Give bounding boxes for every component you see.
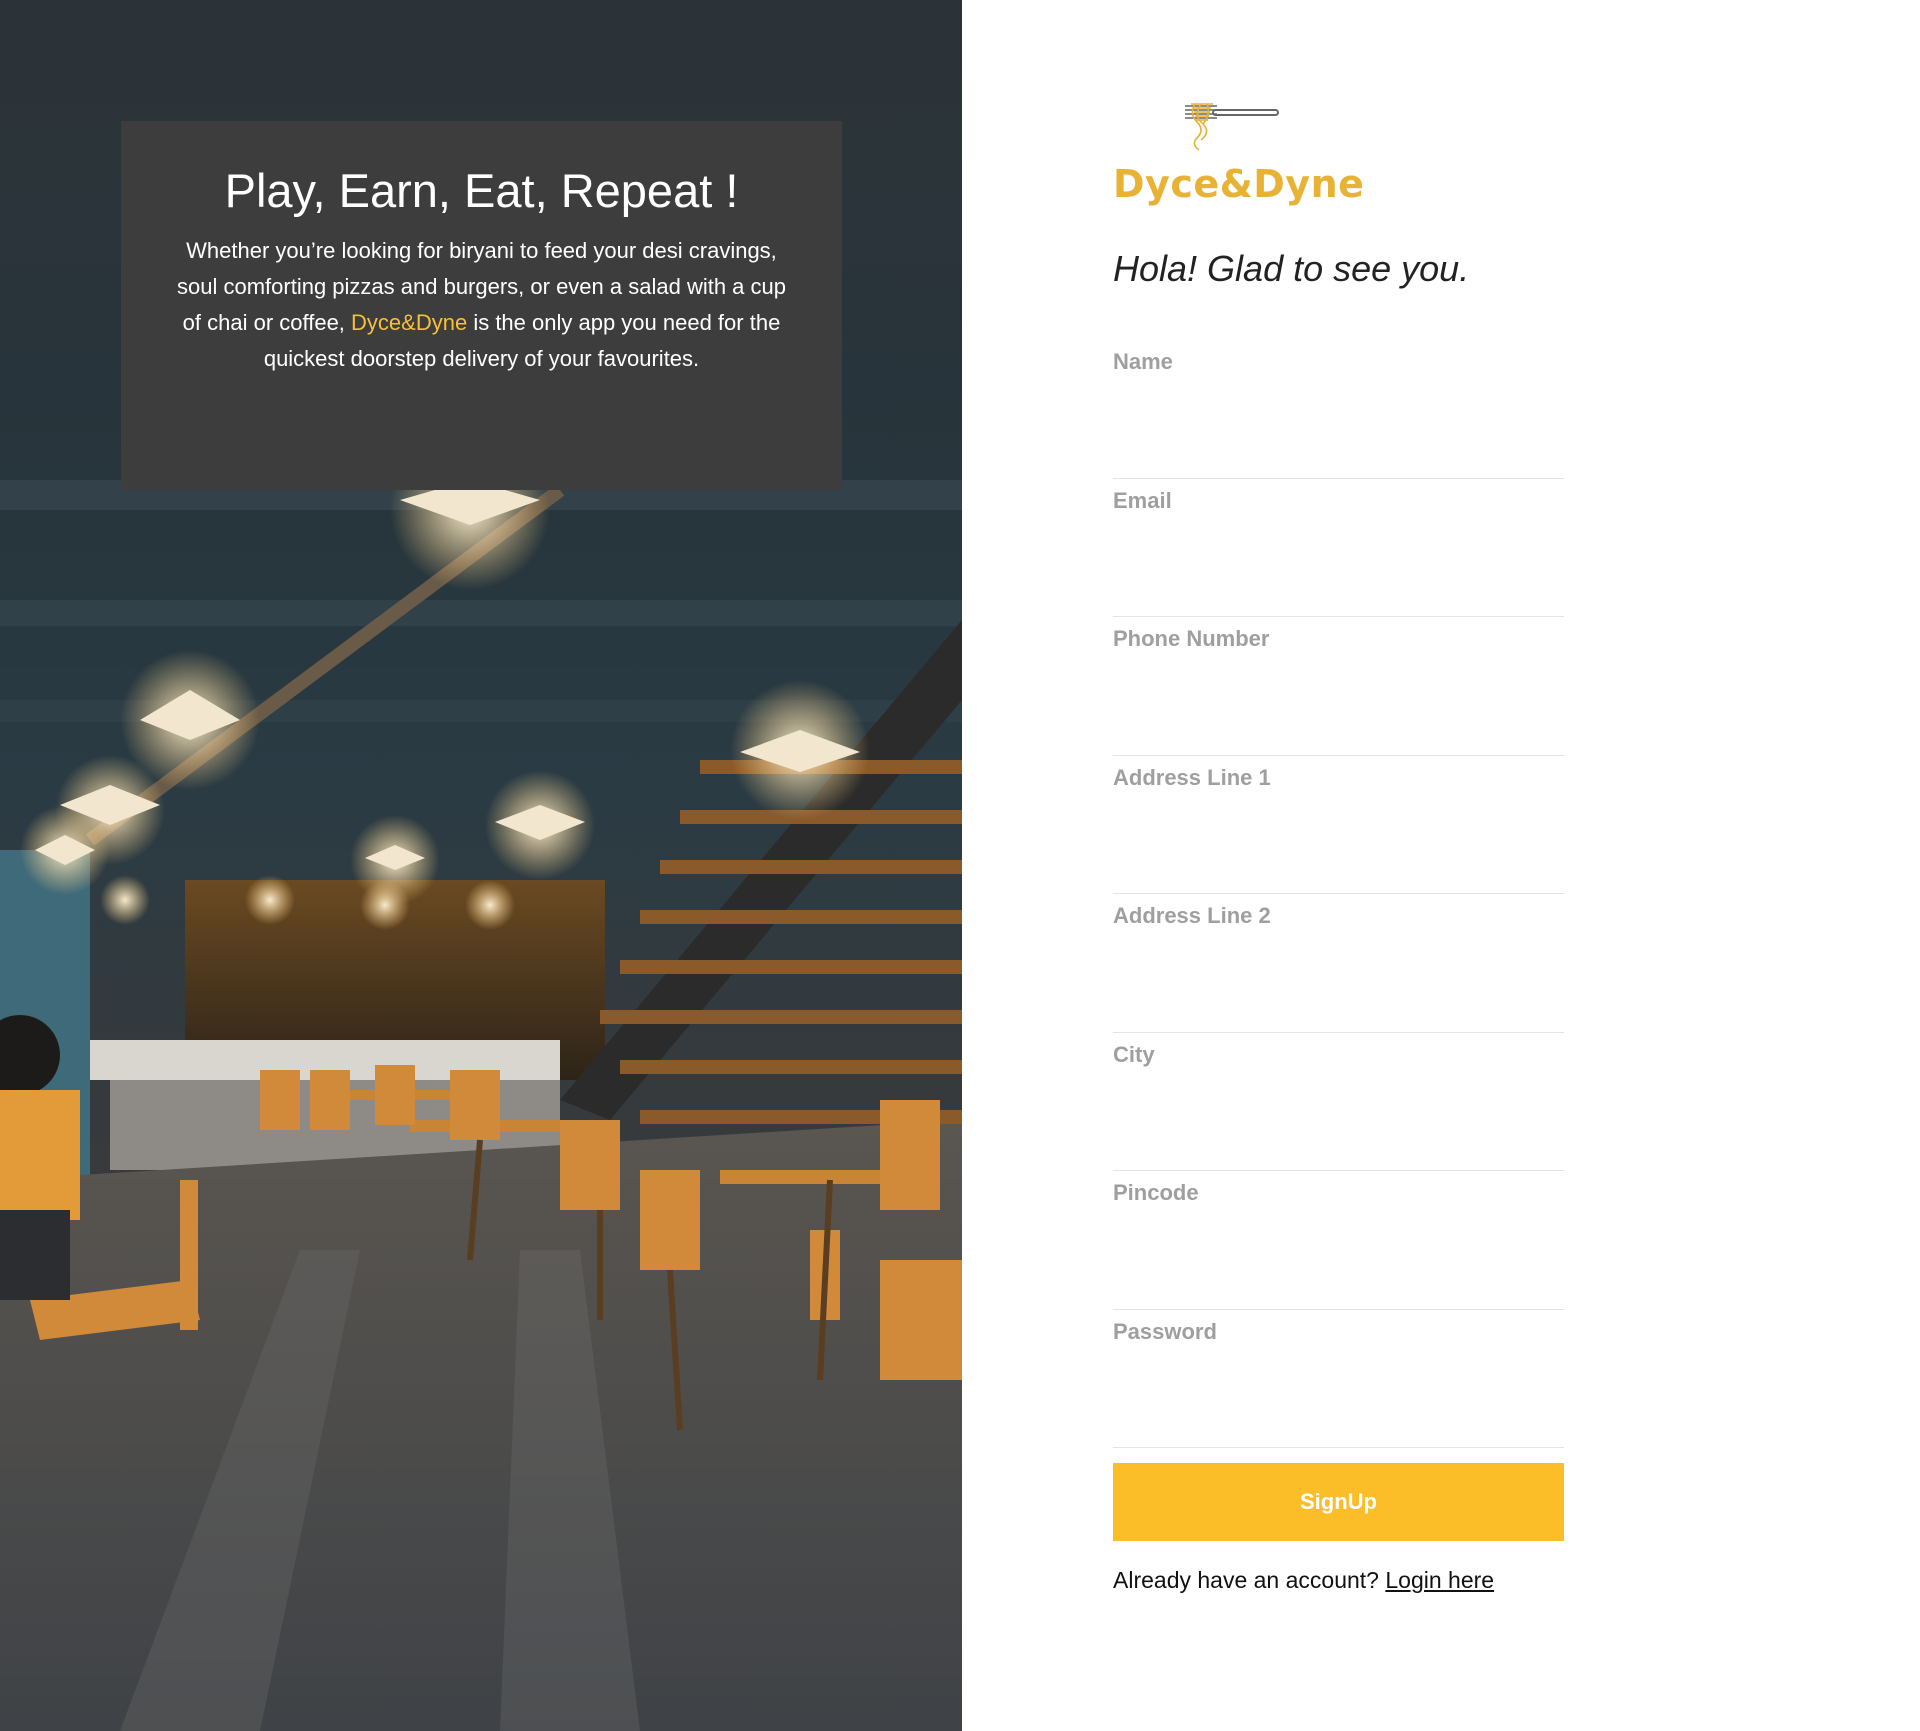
address-line-1-input[interactable]	[1113, 845, 1564, 889]
phone-number-input[interactable]	[1113, 706, 1564, 751]
city-input[interactable]	[1113, 1122, 1564, 1166]
email-input[interactable]	[1113, 568, 1564, 612]
name-field: Name	[1113, 340, 1564, 479]
pincode-label: Pincode	[1113, 1180, 1199, 1205]
signup-form: Name Email Phone Number Address Line 1 A…	[1113, 340, 1564, 1448]
hero-description: Whether you’re looking for biryani to fe…	[177, 233, 786, 377]
login-prompt: Already have an account? Login here	[1113, 1567, 1494, 1594]
hero-card: Play, Earn, Eat, Repeat ! Whether you’re…	[121, 121, 842, 490]
address-line-2-input[interactable]	[1113, 983, 1564, 1028]
hero-title: Play, Earn, Eat, Repeat !	[224, 164, 739, 217]
hero-brand-name: Dyce&Dyne	[351, 310, 468, 336]
logo-wordmark: Dyce&Dyne	[1113, 162, 1365, 206]
pincode-input[interactable]	[1113, 1260, 1564, 1305]
address-line-2-label: Address Line 2	[1113, 903, 1271, 928]
password-field: Password	[1113, 1310, 1564, 1448]
password-input[interactable]	[1113, 1399, 1564, 1443]
hero-panel: Play, Earn, Eat, Repeat ! Whether you’re…	[0, 0, 962, 1731]
login-link[interactable]: Login here	[1385, 1567, 1494, 1593]
address-line-1-field: Address Line 1	[1113, 756, 1564, 894]
name-input[interactable]	[1113, 429, 1564, 474]
pincode-field: Pincode	[1113, 1171, 1564, 1310]
fork-noodles-icon	[1185, 103, 1279, 151]
phone-number-field: Phone Number	[1113, 617, 1564, 756]
email-label: Email	[1113, 487, 1172, 513]
login-prompt-text: Already have an account?	[1113, 1567, 1386, 1593]
address-line-2-field: Address Line 2	[1113, 894, 1564, 1033]
name-label: Name	[1113, 349, 1173, 374]
greeting-heading: Hola! Glad to see you.	[1113, 248, 1470, 289]
city-label: City	[1113, 1041, 1155, 1067]
signup-button[interactable]: SignUp	[1113, 1463, 1564, 1541]
logo: Dyce&Dyne	[1113, 100, 1365, 220]
phone-number-label: Phone Number	[1113, 626, 1270, 651]
address-line-1-label: Address Line 1	[1113, 764, 1271, 790]
password-label: Password	[1113, 1318, 1217, 1344]
signup-panel: Dyce&Dyne Hola! Glad to see you. Name Em…	[962, 0, 1920, 1731]
email-field: Email	[1113, 479, 1564, 617]
city-field: City	[1113, 1033, 1564, 1171]
